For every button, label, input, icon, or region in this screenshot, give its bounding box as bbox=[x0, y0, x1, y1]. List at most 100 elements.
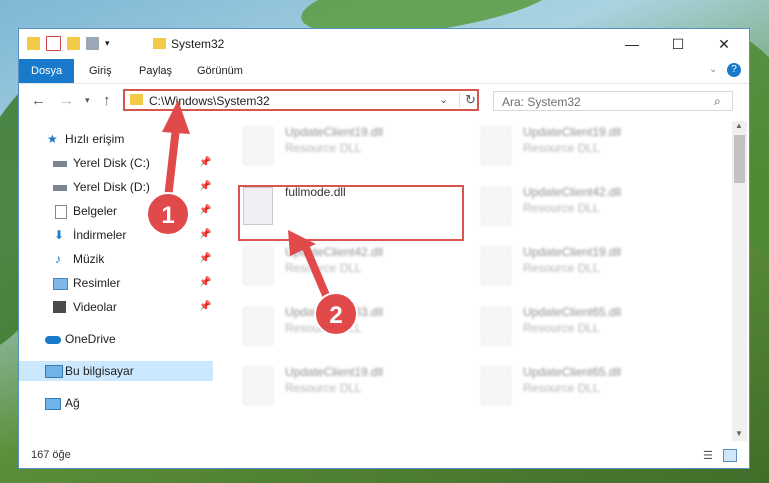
sidebar-item-label: İndirmeler bbox=[73, 228, 127, 242]
step-2-badge: 2 bbox=[314, 292, 358, 336]
dll-file-icon bbox=[481, 307, 511, 345]
properties-icon[interactable] bbox=[46, 36, 61, 51]
sidebar-item-disk-c[interactable]: Yerel Disk (C:) 📌 bbox=[19, 153, 213, 173]
sidebar-item-disk-d[interactable]: Yerel Disk (D:) 📌 bbox=[19, 177, 213, 197]
help-icon[interactable]: ? bbox=[727, 63, 741, 77]
file-name: UpdateClient19.dll bbox=[523, 125, 622, 139]
file-name: UpdateClient19.dll bbox=[285, 125, 384, 139]
file-type: Resource DLL bbox=[285, 141, 362, 155]
file-item[interactable]: UpdateClient19.dll Resource DLL bbox=[237, 123, 467, 171]
sidebar-item-label: Bu bilgisayar bbox=[65, 364, 134, 378]
address-bar[interactable]: C:\Windows\System32 ⌄ ↻ bbox=[123, 89, 479, 111]
network-icon bbox=[45, 398, 61, 410]
large-icons-view-icon[interactable] bbox=[723, 449, 737, 462]
fullmode-highlight-box bbox=[238, 185, 464, 241]
back-arrow-icon[interactable]: ← bbox=[31, 92, 46, 109]
refresh-icon[interactable]: ↻ bbox=[459, 92, 476, 108]
maximize-button[interactable]: ☐ bbox=[655, 29, 701, 59]
quick-access-toolbar: ▾ bbox=[27, 36, 110, 51]
window-title: System32 bbox=[171, 37, 225, 51]
file-type: Resource DLL bbox=[523, 381, 600, 395]
sidebar-item-label: Resimler bbox=[73, 276, 121, 290]
search-icon[interactable]: ⌕ bbox=[714, 94, 721, 109]
details-view-icon[interactable]: ☰ bbox=[703, 449, 713, 462]
title-bar: ▾ System32 — ☐ ✕ bbox=[19, 29, 749, 59]
sidebar-item-label: Hızlı erişim bbox=[65, 132, 125, 146]
file-item[interactable]: UpdateClient65.dll Resource DLL bbox=[475, 363, 705, 411]
dll-file-icon bbox=[481, 367, 511, 405]
file-item[interactable]: UpdateClient19.dll Resource DLL bbox=[237, 363, 467, 411]
sidebar-item-label: Yerel Disk (D:) bbox=[73, 180, 150, 194]
drive-icon bbox=[53, 185, 67, 191]
sidebar-item-music[interactable]: ♪ Müzik 📌 bbox=[19, 249, 213, 269]
minimize-button[interactable]: — bbox=[609, 29, 655, 59]
forward-arrow-icon[interactable]: → bbox=[59, 92, 74, 109]
dll-file-icon bbox=[243, 127, 273, 165]
recent-chevron-icon[interactable]: ▾ bbox=[85, 95, 90, 106]
file-item[interactable]: UpdateClient65.dll Resource DLL bbox=[475, 303, 705, 351]
file-item[interactable]: UpdateClient42.dll Resource DLL bbox=[475, 183, 705, 231]
sidebar-item-pictures[interactable]: Resimler 📌 bbox=[19, 273, 213, 293]
folder-icon bbox=[153, 38, 166, 49]
file-item[interactable]: UpdateClient42.dll Resource DLL bbox=[237, 243, 467, 291]
search-input[interactable]: Ara: System32 ⌕ bbox=[493, 91, 733, 111]
ribbon-tabs: Dosya Giriş Paylaş Görünüm ⌄ ? bbox=[19, 59, 749, 84]
scrollbar-thumb[interactable] bbox=[734, 135, 745, 183]
sidebar-item-label: OneDrive bbox=[65, 332, 116, 346]
search-placeholder: Ara: System32 bbox=[502, 95, 581, 109]
tab-file[interactable]: Dosya bbox=[19, 59, 75, 83]
tab-view[interactable]: Görünüm bbox=[185, 59, 255, 83]
tab-share[interactable]: Paylaş bbox=[127, 59, 184, 83]
new-folder-icon[interactable] bbox=[67, 37, 80, 50]
file-name: UpdateClient19.dll bbox=[285, 365, 384, 379]
close-button[interactable]: ✕ bbox=[701, 29, 747, 59]
file-item[interactable]: UpdateClient19.dll Resource DLL bbox=[475, 243, 705, 291]
pin-icon: 📌 bbox=[199, 277, 212, 288]
sidebar-item-network[interactable]: Ağ bbox=[19, 393, 213, 413]
sidebar-item-quick-access[interactable]: ★ Hızlı erişim bbox=[19, 129, 213, 149]
sidebar-item-label: Müzik bbox=[73, 252, 105, 266]
pictures-icon bbox=[53, 278, 68, 290]
up-arrow-icon[interactable]: ↑ bbox=[103, 92, 111, 109]
file-name: UpdateClient42.dll bbox=[523, 185, 622, 199]
step-1-badge: 1 bbox=[146, 192, 190, 236]
chevron-down-icon[interactable]: ⌄ bbox=[709, 64, 717, 75]
dll-file-icon bbox=[243, 247, 273, 285]
pin-icon: 📌 bbox=[199, 229, 212, 240]
folder-icon[interactable] bbox=[27, 37, 40, 50]
chevron-down-icon[interactable]: ▾ bbox=[105, 38, 110, 49]
computer-icon bbox=[45, 365, 63, 378]
dll-file-icon bbox=[243, 367, 273, 405]
drive-icon bbox=[53, 161, 67, 167]
view-icon[interactable] bbox=[86, 37, 99, 50]
status-item-count: 167 öğe bbox=[31, 449, 71, 461]
folder-icon bbox=[130, 94, 143, 105]
explorer-window: ▾ System32 — ☐ ✕ Dosya Giriş Paylaş Görü… bbox=[18, 28, 750, 469]
music-icon: ♪ bbox=[55, 252, 61, 266]
file-type: Resource DLL bbox=[285, 381, 362, 395]
file-name: UpdateClient65.dll bbox=[523, 365, 622, 379]
scroll-down-icon[interactable]: ▼ bbox=[735, 429, 743, 438]
dll-file-icon bbox=[481, 187, 511, 225]
scroll-up-icon[interactable]: ▲ bbox=[735, 121, 743, 130]
download-icon: ⬇ bbox=[54, 228, 65, 242]
tab-home[interactable]: Giriş bbox=[77, 59, 124, 83]
sidebar-item-onedrive[interactable]: OneDrive bbox=[19, 329, 213, 349]
videos-icon bbox=[53, 301, 66, 313]
pin-icon: 📌 bbox=[199, 205, 212, 216]
sidebar-item-label: Belgeler bbox=[73, 204, 118, 218]
vertical-scrollbar[interactable]: ▲ ▼ bbox=[732, 121, 747, 441]
pin-icon: 📌 bbox=[199, 181, 212, 192]
file-type: Resource DLL bbox=[523, 321, 600, 335]
file-type: Resource DLL bbox=[523, 201, 600, 215]
sidebar-item-this-pc[interactable]: Bu bilgisayar bbox=[19, 361, 213, 381]
star-icon: ★ bbox=[47, 132, 58, 146]
file-name: UpdateClient19.dll bbox=[523, 245, 622, 259]
dropdown-chevron-icon[interactable]: ⌄ bbox=[439, 93, 448, 106]
sidebar-item-label: Videolar bbox=[73, 300, 117, 314]
onedrive-icon bbox=[45, 336, 61, 344]
file-type: Resource DLL bbox=[523, 261, 600, 275]
sidebar-item-videos[interactable]: Videolar 📌 bbox=[19, 297, 213, 317]
file-item[interactable]: UpdateClient19.dll Resource DLL bbox=[475, 123, 705, 171]
documents-icon bbox=[55, 205, 67, 219]
